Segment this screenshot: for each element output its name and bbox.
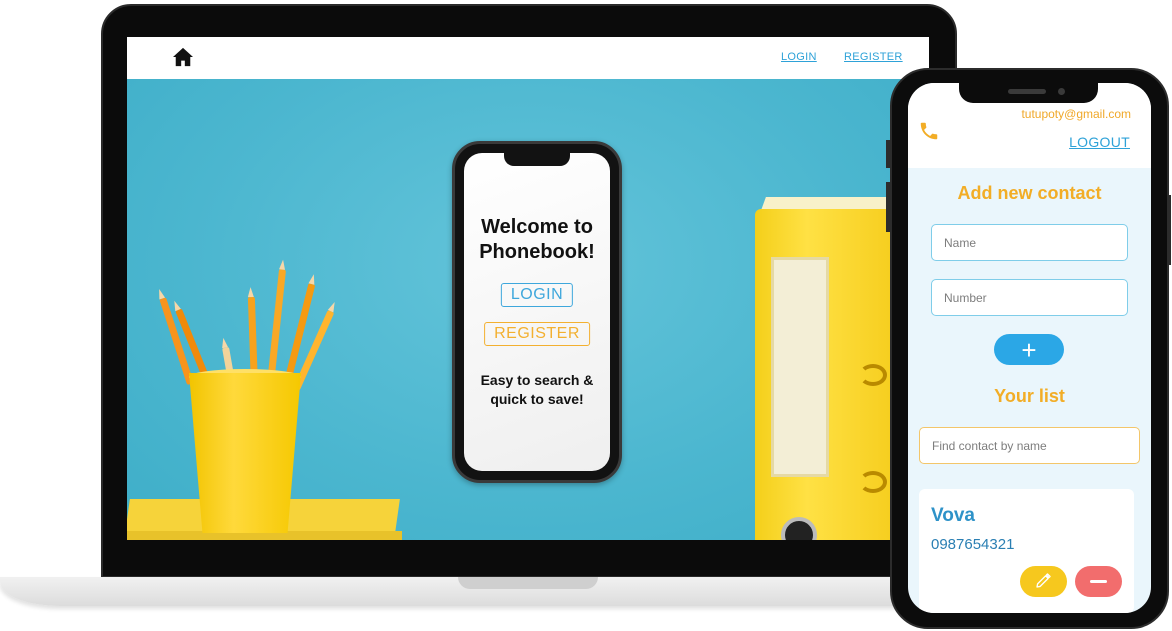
user-email: tutupoty@gmail.com bbox=[1021, 107, 1131, 121]
welcome-title: Welcome to Phonebook! bbox=[464, 215, 610, 265]
find-contact-input[interactable] bbox=[919, 427, 1140, 464]
phone-icon bbox=[920, 122, 938, 140]
laptop-screen: LOGIN REGISTER Welcome to Phonebook! LOG… bbox=[127, 37, 929, 540]
minus-icon bbox=[1090, 580, 1107, 583]
tagline: Easy to search & quick to save! bbox=[464, 371, 610, 409]
logout-link[interactable]: LOGOUT bbox=[1069, 134, 1130, 150]
add-contact-title: Add new contact bbox=[957, 183, 1102, 203]
edit-contact-button[interactable] bbox=[1020, 566, 1067, 597]
name-input[interactable] bbox=[931, 224, 1128, 261]
pencil-decoration bbox=[267, 259, 287, 385]
binder-label bbox=[771, 257, 829, 477]
pencil-cup bbox=[189, 373, 301, 533]
tagline-line-2: quick to save! bbox=[490, 391, 584, 407]
contact-name: Vova bbox=[931, 505, 976, 526]
navbar: LOGIN REGISTER bbox=[127, 37, 929, 79]
tagline-line-1: Easy to search & bbox=[480, 372, 594, 388]
your-list-title: Your list bbox=[994, 386, 1065, 406]
welcome-line-2: Phonebook! bbox=[479, 241, 595, 263]
phone-side-button bbox=[886, 182, 890, 232]
phone-camera bbox=[1058, 88, 1065, 95]
delete-contact-button[interactable] bbox=[1075, 566, 1122, 597]
phone-speaker bbox=[1008, 89, 1046, 94]
mobile-app-screen: tutupoty@gmail.com LOGOUT Add new contac… bbox=[908, 83, 1151, 613]
laptop-notch bbox=[458, 577, 598, 589]
phone-notch bbox=[504, 153, 570, 166]
phone-side-button bbox=[1167, 195, 1171, 265]
login-button[interactable]: LOGIN bbox=[500, 283, 574, 307]
number-input[interactable] bbox=[931, 279, 1128, 316]
contact-number: 0987654321 bbox=[931, 536, 1015, 553]
binder-ring bbox=[859, 471, 887, 493]
home-icon[interactable] bbox=[172, 47, 194, 67]
welcome-phone: Welcome to Phonebook! LOGIN REGISTER Eas… bbox=[452, 141, 622, 483]
nav-register-link[interactable]: REGISTER bbox=[844, 51, 903, 63]
phone-side-button bbox=[886, 140, 890, 168]
plus-icon: + bbox=[1021, 334, 1037, 365]
welcome-line-1: Welcome to bbox=[481, 216, 593, 238]
pencil-icon bbox=[1036, 573, 1051, 588]
add-contact-button[interactable]: + bbox=[994, 334, 1064, 365]
list-item: Vova 0987654321 bbox=[919, 489, 1134, 613]
register-button[interactable]: REGISTER bbox=[484, 322, 590, 346]
welcome-phone-screen: Welcome to Phonebook! LOGIN REGISTER Eas… bbox=[464, 153, 610, 471]
binder-ring bbox=[859, 364, 887, 386]
nav-login-link[interactable]: LOGIN bbox=[781, 51, 817, 63]
